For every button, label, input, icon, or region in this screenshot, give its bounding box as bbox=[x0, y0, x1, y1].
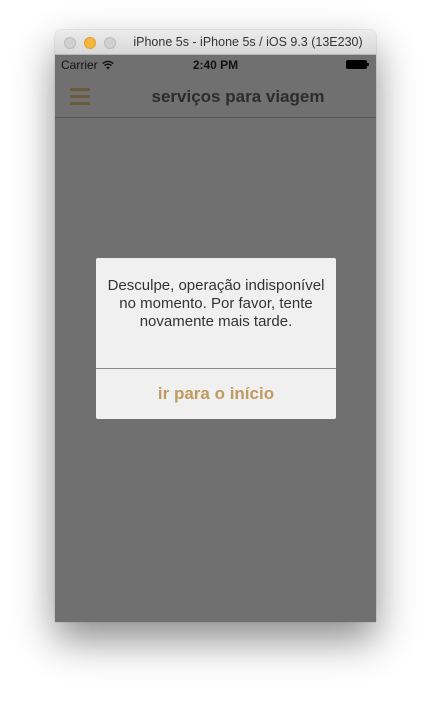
zoom-window-button[interactable] bbox=[104, 37, 116, 49]
status-time: 2:40 PM bbox=[192, 58, 239, 72]
window-title: iPhone 5s - iPhone 5s / iOS 9.3 (13E230) bbox=[133, 35, 363, 49]
navigation-bar: serviços para viagem bbox=[55, 75, 376, 118]
page-title: serviços para viagem bbox=[151, 87, 325, 106]
dialog-message: Desculpe, operação indisponível no momen… bbox=[107, 277, 325, 330]
status-bar: Carrier 2:40 PM bbox=[55, 55, 376, 75]
minimize-window-button[interactable] bbox=[84, 37, 96, 49]
battery-icon bbox=[346, 60, 370, 69]
device-screen: Carrier 2:40 PM serviços para viagem Des… bbox=[55, 55, 376, 622]
simulator-window: iPhone 5s - iPhone 5s / iOS 9.3 (13E230)… bbox=[55, 30, 376, 622]
window-titlebar: iPhone 5s - iPhone 5s / iOS 9.3 (13E230) bbox=[55, 30, 376, 55]
error-dialog: Desculpe, operação indisponível no momen… bbox=[96, 258, 336, 419]
hamburger-menu-icon[interactable] bbox=[70, 88, 90, 105]
go-home-button[interactable]: ir para o início bbox=[96, 369, 336, 419]
close-window-button[interactable] bbox=[64, 37, 76, 49]
